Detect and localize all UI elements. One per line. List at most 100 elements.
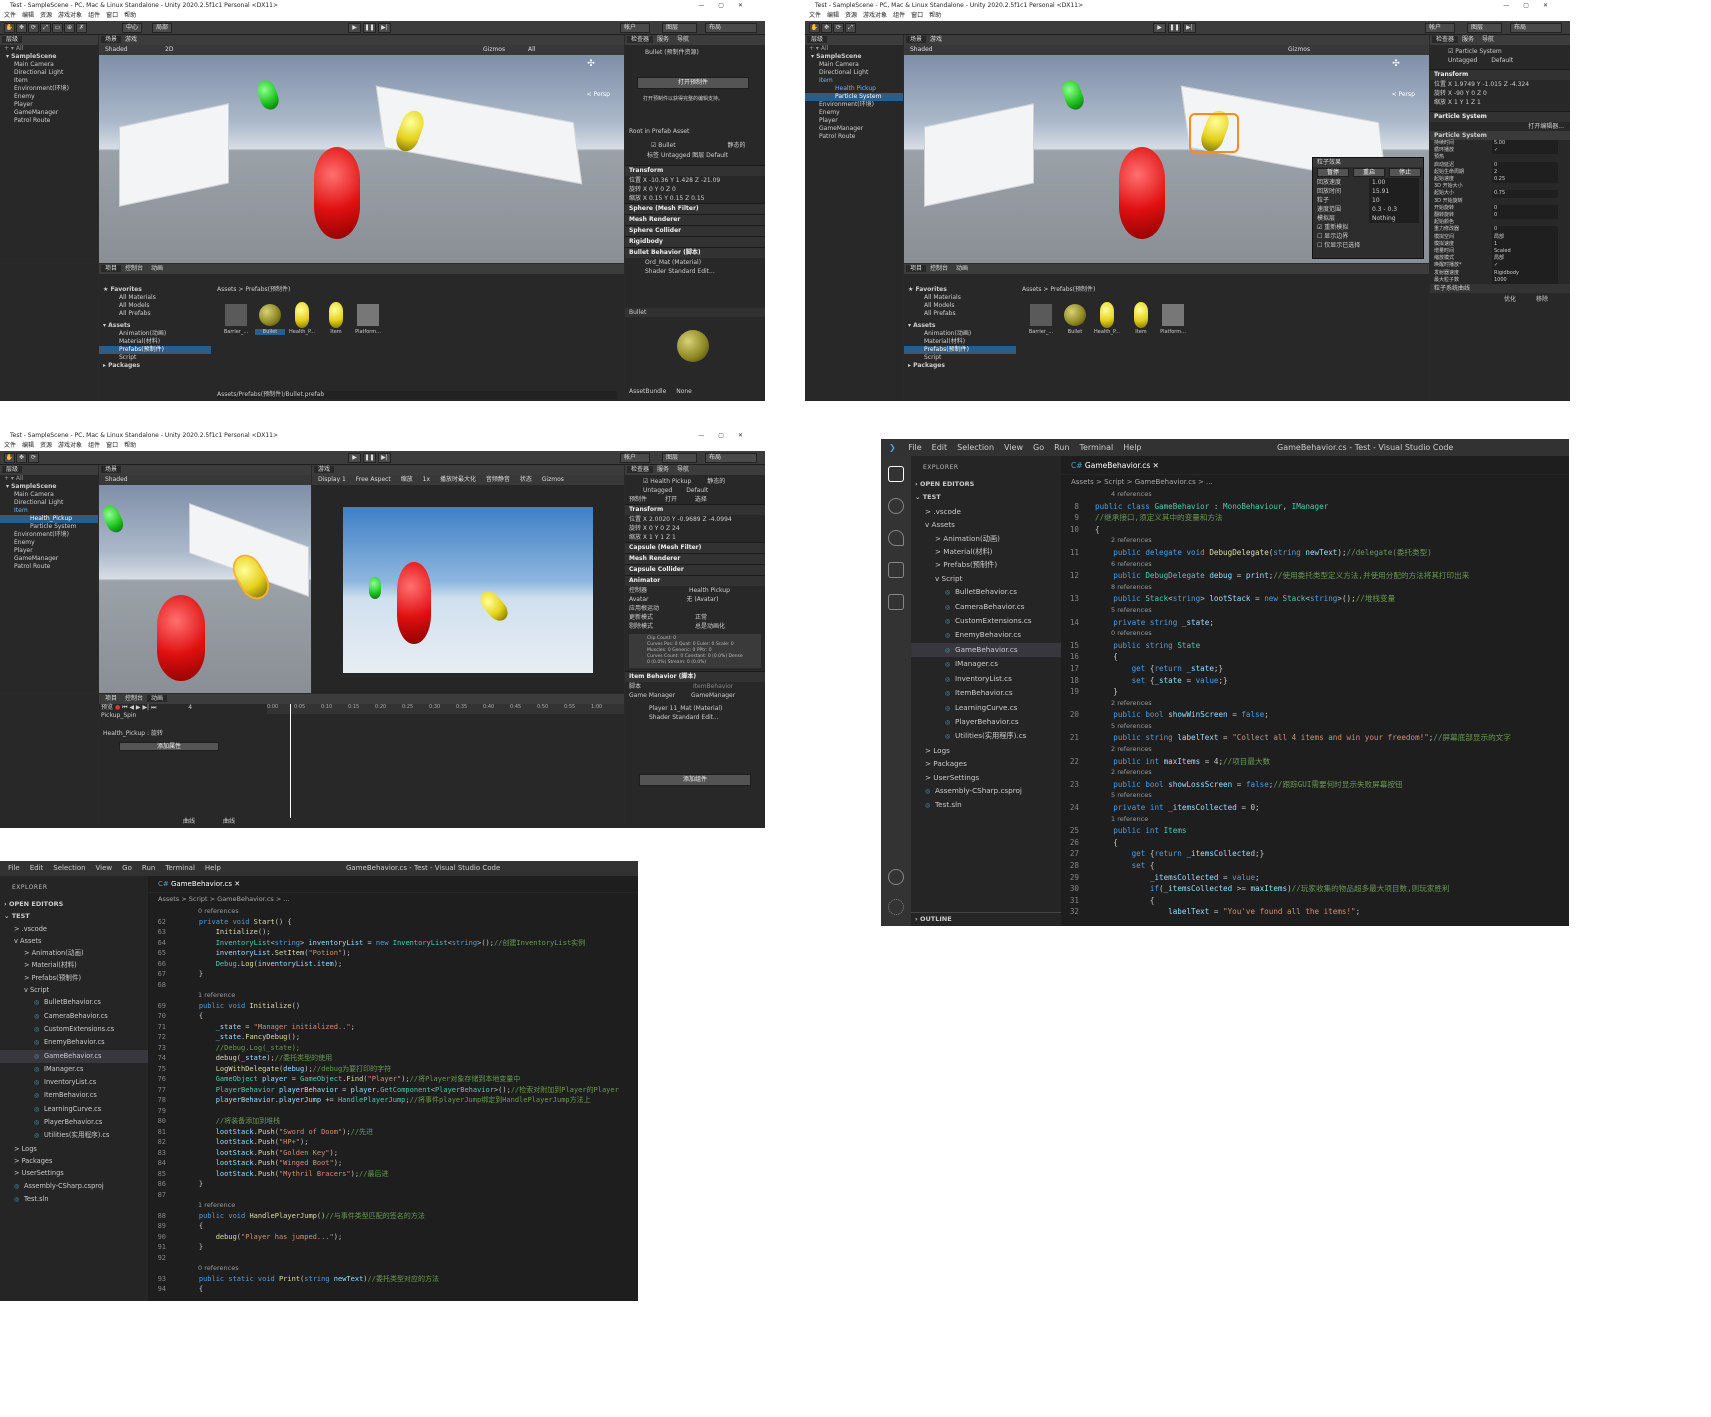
layer-dropdown[interactable]: Default <box>686 487 708 494</box>
window-controls[interactable]: —▢✕ <box>698 0 757 11</box>
custom-tool-icon[interactable]: ✗ <box>76 23 87 33</box>
file-tree-folder[interactable]: v Script <box>0 984 148 996</box>
gizmos-dropdown[interactable]: Gizmos <box>538 476 568 483</box>
menu-component[interactable]: 组件 <box>88 442 100 449</box>
overlay-row-value[interactable]: 15.91 <box>1369 187 1419 196</box>
overlay-row-value[interactable]: Nothing <box>1369 214 1419 223</box>
tab-hierarchy[interactable]: 层级 <box>807 36 828 43</box>
pos-y[interactable]: 1.428 <box>676 177 693 184</box>
thumb-bullet[interactable] <box>1064 304 1086 326</box>
hierarchy-item[interactable]: Environment(环境) <box>0 531 98 539</box>
particle-module-title[interactable]: Particle System <box>1430 131 1570 140</box>
file-tree-file[interactable]: ◎ LearningCurve.cs <box>911 701 1061 715</box>
record-icon[interactable]: ● <box>115 704 120 711</box>
scene-search[interactable]: All <box>524 45 539 55</box>
rot-y[interactable]: 0 <box>1471 90 1475 97</box>
file-tree-file[interactable]: ◎ GameBehavior.cs <box>0 1049 148 1063</box>
hand-tool-icon[interactable]: ✋ <box>4 453 15 463</box>
particle-row-value[interactable]: ✓ <box>1492 147 1558 155</box>
hierarchy-item[interactable]: GameManager <box>805 125 903 133</box>
scale-y[interactable]: 0.15 <box>670 195 683 202</box>
hierarchy-search[interactable]: + ▾ All <box>0 45 98 53</box>
pause-particle-button[interactable]: 暂停 <box>1317 168 1349 177</box>
file-tree-file[interactable]: ◎ BulletBehavior.cs <box>911 585 1061 599</box>
shader-dropdown[interactable]: Standard <box>672 714 699 721</box>
preview-toggle[interactable]: 预览 <box>101 704 113 711</box>
menu-selection[interactable]: Selection <box>957 443 994 452</box>
window-controls[interactable]: —▢✕ <box>1503 0 1562 11</box>
move-tool-icon[interactable]: ✥ <box>821 23 832 33</box>
tab-game[interactable]: 游戏 <box>314 466 335 473</box>
hierarchy-item[interactable]: GameManager <box>0 555 98 563</box>
game-viewport[interactable] <box>343 507 593 673</box>
tag-dropdown[interactable]: Untagged <box>1448 57 1477 64</box>
tab-scene[interactable]: 场景 <box>906 36 927 43</box>
thumb-platform[interactable] <box>1162 304 1184 326</box>
tag-dropdown[interactable]: Untagged <box>661 152 690 159</box>
file-tree-file[interactable]: ◎ EnemyBehavior.cs <box>0 1036 148 1049</box>
particle-row-value[interactable]: 1 <box>1492 240 1558 249</box>
hierarchy-item[interactable]: Health_Pickup <box>0 515 98 523</box>
manage-gear-icon[interactable] <box>888 899 904 915</box>
transform-header[interactable]: Transform <box>625 504 765 515</box>
tab-project[interactable]: 项目 <box>101 695 121 702</box>
scene-viewport[interactable] <box>99 485 311 693</box>
scene-gizmo[interactable]: ✣ <box>1383 59 1409 85</box>
codelens-references[interactable]: 2 references <box>1061 767 1569 779</box>
pos-z[interactable]: -4.0994 <box>709 516 732 523</box>
hierarchy-item[interactable]: GameManager <box>0 109 98 117</box>
assets-folder[interactable]: ▾ Assets <box>904 322 1016 330</box>
tab-project[interactable]: 项目 <box>101 265 122 272</box>
component-capsule-mesh-filter[interactable]: Capsule (Mesh Filter) <box>625 542 765 553</box>
prefab-select-button[interactable]: 选择 <box>695 496 707 503</box>
controller-field[interactable]: Health Pickup <box>689 587 730 594</box>
fav-all-materials[interactable]: All Materials <box>904 294 1016 302</box>
file-tree-file[interactable]: ◎ EnemyBehavior.cs <box>911 628 1061 642</box>
particle-row-value[interactable]: 0.25 <box>1492 176 1558 184</box>
scale-tool-icon[interactable]: ⤢ <box>40 23 51 33</box>
editor-tab[interactable]: C# GameBehavior.cs ✕ <box>1061 456 1569 475</box>
hierarchy-item[interactable]: Item <box>0 507 98 515</box>
stop-particle-button[interactable]: 停止 <box>1389 168 1421 177</box>
component-rigidbody[interactable]: Rigidbody <box>625 236 765 247</box>
file-tree-folder[interactable]: > UserSettings <box>0 1167 148 1179</box>
folder-material[interactable]: Material(材料) <box>904 338 1016 346</box>
pos-z[interactable]: -4.324 <box>1510 81 1529 88</box>
tab-services[interactable]: 服务 <box>1458 36 1478 43</box>
menu-help[interactable]: 帮助 <box>124 12 136 19</box>
code-lines[interactable]: 0 references 62 private void Start() {63 … <box>148 906 638 1295</box>
static-toggle[interactable]: 静态的 <box>728 142 746 149</box>
open-editors-section[interactable]: › OPEN EDITORS <box>0 898 148 910</box>
scale-z[interactable]: 0.15 <box>691 195 704 202</box>
overlay-row-value[interactable]: 0.3 - 0.3 <box>1369 205 1419 214</box>
file-tree-file[interactable]: ◎ PlayerBehavior.cs <box>0 1116 148 1129</box>
menu-gameobject[interactable]: 游戏对象 <box>58 442 82 449</box>
favorites-folder[interactable]: ★ Favorites <box>904 286 1016 294</box>
file-tree-folder[interactable]: > Packages <box>0 1155 148 1167</box>
hierarchy-item[interactable]: Enemy <box>0 93 98 101</box>
scene-viewport[interactable]: ✣ < Persp <box>99 55 624 263</box>
menu-gameobject[interactable]: 游戏对象 <box>863 12 887 19</box>
component-mesh-filter[interactable]: Sphere (Mesh Filter) <box>625 203 765 214</box>
window-controls[interactable]: —▢✕ <box>698 430 757 441</box>
tag-dropdown[interactable]: Untagged <box>643 487 672 494</box>
file-tree-folder[interactable]: > .vscode <box>911 505 1061 518</box>
scale-tool-icon[interactable]: ⤢ <box>845 23 856 33</box>
rot-y[interactable]: 0 <box>660 186 664 193</box>
file-tree-folder[interactable]: > Material(材料) <box>911 545 1061 558</box>
open-editors-section[interactable]: › OPEN EDITORS <box>911 478 1061 491</box>
fav-all-materials[interactable]: All Materials <box>99 294 211 302</box>
component-mesh-renderer[interactable]: Mesh Renderer <box>625 553 765 564</box>
hierarchy-item[interactable]: Patrol Route <box>0 117 98 125</box>
file-tree-file[interactable]: ◎ Assembly-CSharp.csproj <box>0 1180 148 1193</box>
file-tree-file[interactable]: ◎ Utilities(实用程序).cs <box>0 1129 148 1142</box>
shading-dropdown[interactable]: Shaded <box>906 46 937 53</box>
particle-row-value[interactable]: 局部 <box>1492 255 1558 263</box>
file-tree-file[interactable]: ◎ CustomExtensions.cs <box>911 614 1061 628</box>
pivot-center-toggle[interactable]: 中心 <box>122 23 143 33</box>
file-tree-folder[interactable]: > Packages <box>911 757 1061 770</box>
file-tree-folder[interactable]: > Logs <box>911 744 1061 757</box>
file-tree-folder[interactable]: > Prefabs(预制件) <box>911 558 1061 571</box>
rect-tool-icon[interactable]: ▭ <box>52 23 63 33</box>
maximize-on-play[interactable]: 播放时最大化 <box>436 476 480 483</box>
